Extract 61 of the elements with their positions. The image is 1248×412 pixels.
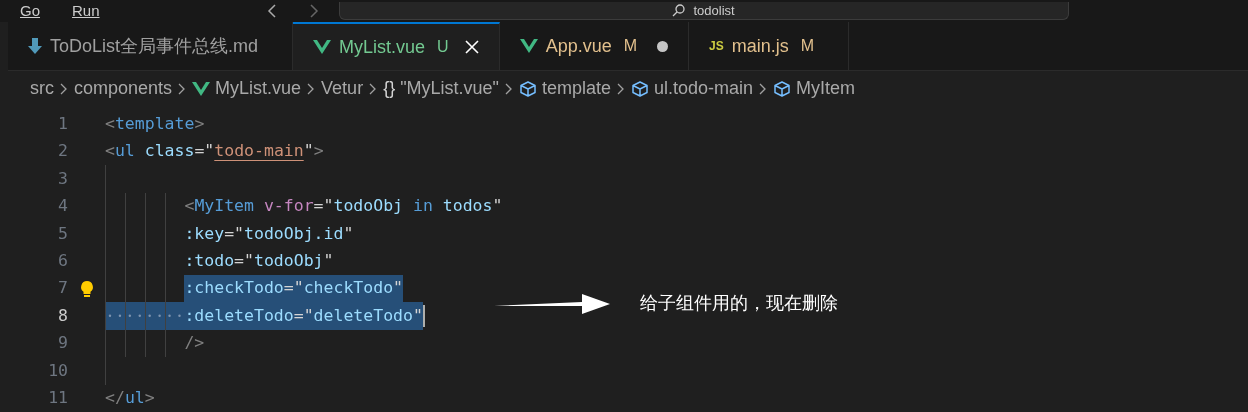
vue-icon (313, 40, 332, 55)
cube-icon (631, 79, 649, 98)
line-number: 1 (57, 113, 68, 135)
code-line: <ul class="todo-main"> (105, 140, 324, 163)
line-number: 8 (57, 304, 68, 327)
braces-icon: {} (383, 75, 396, 103)
code-line: :key="todoObj.id" (184, 222, 354, 245)
chevron-right-icon (307, 82, 316, 95)
js-icon: JS (709, 37, 724, 56)
breadcrumb-item[interactable]: MyItem (796, 75, 856, 103)
tab-label: MyList.vue (339, 35, 426, 59)
breadcrumb-item[interactable]: "MyList.vue" (400, 75, 499, 103)
tab-label: ToDoList全局事件总线.md (50, 34, 259, 58)
chevron-right-icon (759, 82, 768, 95)
vue-icon (519, 39, 538, 54)
cube-icon (518, 79, 537, 98)
code-line: :checkTodo="checkTodo" (184, 275, 403, 303)
lightbulb-icon[interactable] (79, 279, 94, 298)
chevron-right-icon (617, 82, 625, 95)
line-number: 5 (57, 222, 68, 245)
menu-item[interactable]: Run (72, 0, 100, 23)
line-number: 3 (57, 167, 68, 190)
chevron-right-icon (369, 82, 378, 95)
search-text: todolist (693, 1, 735, 20)
tab-label: main.js (731, 34, 789, 58)
line-number: 2 (57, 140, 68, 163)
line-number: 10 (47, 359, 68, 382)
code-line: <template> (105, 113, 205, 135)
chevron-right-icon (504, 82, 513, 95)
search-field[interactable]: todolist (338, 2, 1069, 20)
git-status: M (800, 36, 815, 57)
line-number: 6 (57, 249, 68, 272)
code-line: /> (184, 332, 205, 355)
breadcrumb-item[interactable]: Vetur (321, 75, 364, 103)
editor-tab[interactable]: MyList.vue U (293, 22, 500, 71)
search-icon (672, 4, 686, 17)
breadcrumb-item[interactable]: MyList.vue (215, 75, 302, 103)
tab-label: App.vue (545, 34, 612, 58)
breadcrumb-item[interactable]: src (30, 75, 54, 103)
code-line: :todo="todoObj" (184, 249, 334, 272)
breadcrumb-item[interactable]: template (541, 75, 611, 103)
git-status: M (623, 36, 638, 57)
line-number: 9 (57, 332, 68, 355)
line-number: 4 (57, 195, 68, 218)
git-status: U (437, 37, 449, 58)
code-line: </ul> (105, 386, 155, 409)
breadcrumb-item[interactable]: ul.todo-main (654, 75, 754, 103)
chevron-right-icon (60, 82, 68, 95)
cube-icon (773, 79, 792, 98)
down-arrow-icon (28, 38, 42, 55)
text-cursor (422, 305, 425, 328)
line-number: 11 (47, 386, 68, 409)
breadcrumb-item[interactable]: components (74, 75, 173, 103)
vue-icon (192, 81, 211, 96)
chevron-right-icon (178, 82, 187, 95)
annotation-text: 给子组件用的，现在删除 (640, 292, 838, 315)
line-number: 7 (57, 277, 68, 300)
code-line: <MyItem v-for="todoObj in todos" (184, 195, 503, 218)
code-line: :deleteTodo="deleteTodo" (184, 302, 423, 330)
menu-item[interactable]: Go (20, 0, 40, 23)
close-icon[interactable] (464, 40, 479, 55)
